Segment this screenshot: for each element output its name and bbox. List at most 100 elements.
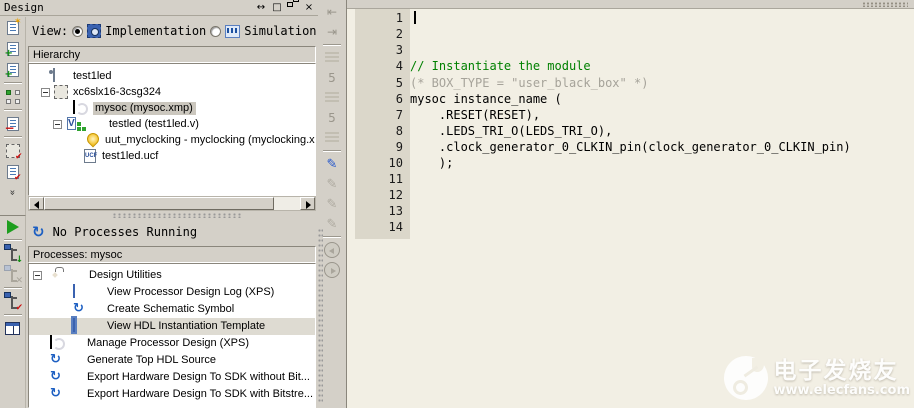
- arrow-left-icon: [34, 201, 39, 209]
- bookmark-prev-icon: [325, 92, 339, 104]
- bookmark-toggle-button[interactable]: [322, 49, 342, 67]
- tree-item-test1led[interactable]: test1led: [29, 68, 315, 84]
- process-item-create-schematic[interactable]: ↻ Create Schematic Symbol: [29, 301, 315, 318]
- simulation-icon: [225, 25, 240, 38]
- process-icon: ↻: [73, 302, 84, 316]
- code-line: 13: [347, 203, 914, 220]
- remove-source-button[interactable]: −: [3, 114, 23, 133]
- rerun-process-button[interactable]: ↓: [3, 244, 23, 263]
- close-icon[interactable]: ×: [302, 2, 316, 14]
- edit-cut-button[interactable]: ✎: [322, 175, 342, 193]
- tree-item-device[interactable]: xc6slx16-3csg324: [29, 84, 315, 100]
- new-source-button[interactable]: ✶: [3, 18, 23, 37]
- collapse-expander-icon[interactable]: [41, 88, 50, 97]
- rerun-all-button[interactable]: ✔: [3, 292, 23, 311]
- code-line: 11: [347, 171, 914, 188]
- process-icon: ↻: [50, 370, 61, 384]
- drag-grip-icon[interactable]: [862, 2, 908, 7]
- process-item-view-log[interactable]: View Processor Design Log (XPS): [29, 284, 315, 301]
- process-item-export-sdk-with-bit[interactable]: ↻ Export Hardware Design To SDK with Bit…: [29, 386, 315, 403]
- chip-icon: [54, 85, 68, 99]
- dock-icon[interactable]: ↔: [254, 2, 268, 14]
- processes-header: Processes: mysoc: [28, 246, 316, 263]
- processes-tree: Design Utilities View Processor Design L…: [28, 263, 316, 408]
- stop-process-button[interactable]: ✕: [3, 265, 23, 284]
- process-item-generate-top-hdl[interactable]: ↻ Generate Top HDL Source: [29, 352, 315, 369]
- bookmark-next-button[interactable]: 5: [322, 69, 342, 87]
- ise-design-workspace: Design ↔ □ × ✶ + + − ✔ ✔ » ↓ ✕ ✔ View: I…: [0, 0, 914, 408]
- process-icon: ↻: [50, 353, 61, 367]
- text-cursor: [414, 11, 416, 24]
- view-radio-implementation[interactable]: [72, 26, 83, 37]
- scroll-left-button[interactable]: [29, 197, 44, 210]
- hierarchy-hscrollbar[interactable]: [28, 196, 316, 211]
- tree-item-testled[interactable]: V testled (test1led.v): [29, 116, 315, 132]
- process-icon: ↻: [50, 387, 61, 401]
- watermark-brand: 电子发烧友: [774, 359, 910, 383]
- design-rules-button[interactable]: ✔: [3, 162, 23, 181]
- bookmark-clear-button[interactable]: [322, 129, 342, 147]
- bookmark-goto-icon: 5: [328, 111, 336, 125]
- code-line: 3: [347, 42, 914, 59]
- edit-copy-button[interactable]: ✎: [322, 195, 342, 213]
- bookmark-prev-button[interactable]: [322, 89, 342, 107]
- design-blocks-icon: [6, 90, 20, 104]
- process-toolbar: ↓ ✕ ✔: [0, 215, 26, 408]
- shift-right-button[interactable]: ⇥: [322, 23, 342, 41]
- code-line: 10 );: [347, 155, 914, 172]
- view-selector: View: Implementation Simulation: [26, 17, 318, 45]
- design-panel-title: Design: [4, 1, 44, 14]
- columns-view-button[interactable]: [3, 319, 23, 338]
- columns-icon: [5, 322, 20, 335]
- bookmark-goto-button[interactable]: 5: [322, 109, 342, 127]
- chevron-down-icon: »: [7, 189, 18, 195]
- float-icon[interactable]: □: [270, 2, 284, 14]
- process-item-export-sdk-without-bit[interactable]: ↻ Export Hardware Design To SDK without …: [29, 369, 315, 386]
- panel-splitter[interactable]: [26, 211, 318, 219]
- edit-mode-button[interactable]: ✎: [322, 155, 342, 173]
- process-item-view-hdl-template[interactable]: View HDL Instantiation Template: [29, 318, 315, 335]
- shift-left-button[interactable]: ⇤: [322, 3, 342, 21]
- scrollbar-thumb[interactable]: [44, 197, 274, 210]
- report-icon: [73, 284, 75, 298]
- vertical-splitter[interactable]: [318, 228, 323, 404]
- nav-back-button[interactable]: [322, 241, 342, 259]
- implementation-icon: [87, 24, 101, 38]
- run-process-button[interactable]: [3, 217, 23, 236]
- tree-item-uut-myclocking[interactable]: uut_myclocking - myclocking (myclocking.…: [29, 132, 315, 148]
- design-blocks-button[interactable]: [3, 87, 23, 106]
- edit-paste-button[interactable]: ✎: [322, 215, 342, 233]
- code-line: 12: [347, 187, 914, 204]
- pen-disabled-icon: ✎: [327, 177, 338, 192]
- instance-icon: [85, 131, 102, 148]
- chip-properties-button[interactable]: ✔: [3, 141, 23, 160]
- edit-pen-icon: ✎: [327, 157, 338, 172]
- view-option-simulation-label[interactable]: Simulation: [244, 24, 316, 38]
- add-source-button[interactable]: +: [3, 39, 23, 58]
- tree-item-mysoc[interactable]: mysoc (mysoc.xmp): [29, 100, 315, 116]
- add-copy-source-button[interactable]: +: [3, 60, 23, 79]
- hdl-template-editor[interactable]: 1 2 3 4// Instantiate the module 5(* BOX…: [346, 0, 914, 408]
- process-status-text: No Processes Running: [53, 225, 198, 239]
- code-line: 9 .clock_generator_0_CLKIN_pin(clock_gen…: [347, 139, 914, 156]
- indent-left-icon: ⇤: [327, 5, 337, 19]
- new-source-icon: ✶: [7, 21, 19, 35]
- collapse-expander-icon[interactable]: [53, 120, 62, 129]
- view-option-implementation-label[interactable]: Implementation: [105, 24, 206, 38]
- bookmark-icon: [325, 52, 339, 64]
- tree-item-ucf[interactable]: UCF test1led.ucf: [29, 148, 315, 164]
- code-line: 1: [347, 10, 914, 27]
- process-item-design-utilities[interactable]: Design Utilities: [29, 267, 315, 284]
- process-item-manage-design[interactable]: Manage Processor Design (XPS): [29, 335, 315, 352]
- chip-check-icon: ✔: [6, 144, 20, 158]
- collapse-expander-icon[interactable]: [33, 271, 42, 280]
- bookmark-clear-icon: [325, 132, 339, 144]
- scroll-right-button[interactable]: [300, 197, 315, 210]
- verilog-file-icon: V: [67, 117, 76, 130]
- restore-icon[interactable]: [286, 2, 300, 14]
- toolbar-overflow-button[interactable]: »: [3, 183, 23, 202]
- view-radio-simulation[interactable]: [210, 26, 221, 37]
- doc-check-icon: ✔: [7, 165, 19, 179]
- nav-forward-button[interactable]: [322, 261, 342, 279]
- nav-back-icon: [324, 242, 340, 258]
